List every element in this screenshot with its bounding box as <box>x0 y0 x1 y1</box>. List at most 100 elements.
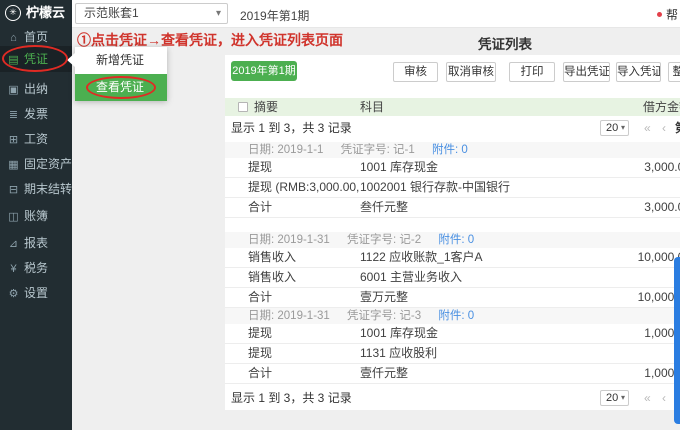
page-size-select[interactable]: 20▾ <box>600 390 629 406</box>
sidebar-item-label: 报表 <box>24 236 48 250</box>
voucher-group-header: 日期: 2019-1-31 凭证字号: 记-3 附件: 0 <box>225 308 680 324</box>
sidebar-item-tax[interactable]: ¥税务 <box>0 255 72 281</box>
row-summary: 合计 <box>248 288 360 307</box>
tax-icon: ¥ <box>7 256 20 282</box>
import-voucher-button[interactable]: 导入凭证 <box>616 62 661 82</box>
row-summary: 提现 <box>248 324 360 343</box>
first-page-icon[interactable]: « <box>644 388 651 408</box>
row-debit: 10,000.00 <box>540 248 680 267</box>
print-button[interactable]: 打印 <box>509 62 555 82</box>
report-icon: ⊿ <box>7 231 20 257</box>
prev-page-icon[interactable]: ‹ <box>662 388 666 408</box>
voucher-number: 凭证字号: 记-2 <box>347 234 421 246</box>
current-period-label: 2019年第1期 <box>240 7 309 24</box>
row-account: 1131 应收股利 <box>360 344 540 363</box>
sidebar-item-salary[interactable]: ⊞ 工资 <box>0 126 72 152</box>
notice-partial-label: 帮 <box>666 8 678 22</box>
sidebar-item-label: 固定资产 <box>24 157 72 171</box>
voucher-total-row[interactable]: 合计叁仟元整3,000.00 <box>225 198 680 218</box>
menu-item-new-voucher[interactable]: 新增凭证 <box>75 47 167 74</box>
voucher-row[interactable]: 提现1001 库存现金3,000.00 <box>225 158 680 178</box>
app-logo[interactable]: ✳ 柠檬云 <box>0 0 72 26</box>
lemon-logo-icon: ✳ <box>5 5 21 21</box>
records-info: 显示 1 到 3，共 3 记录 <box>231 118 352 138</box>
sidebar-item-settings[interactable]: ⚙ 设置 <box>0 280 72 306</box>
voucher-row[interactable]: 提现 (RMB:3,000.00, 汇率:1)1002001 银行存款-中国银行 <box>225 178 680 198</box>
row-account: 1001 库存现金 <box>360 158 540 177</box>
audit-button[interactable]: 审核 <box>393 62 438 82</box>
row-summary: 合计 <box>248 364 360 383</box>
voucher-date: 日期: 2019-1-31 <box>248 310 330 322</box>
page-size-select[interactable]: 20▾ <box>600 120 629 136</box>
row-summary: 提现 <box>248 158 360 177</box>
floating-panel-handle[interactable] <box>674 257 680 424</box>
salary-icon: ⊞ <box>7 127 20 153</box>
sidebar-item-label: 出纳 <box>24 82 48 96</box>
row-debit <box>540 268 680 287</box>
cancel-audit-button[interactable]: 取消审核 <box>446 62 496 82</box>
menu-item-label: 新增凭证 <box>96 53 144 67</box>
sidebar-item-label: 账簿 <box>24 209 48 223</box>
period-filter-button[interactable]: 2019年第1期 ▾ <box>231 61 297 81</box>
sidebar-item-period-end[interactable]: ⊟期末结转 <box>0 176 72 202</box>
prev-page-icon[interactable]: ‹ <box>662 118 666 138</box>
row-amount-words: 壹万元整 <box>360 288 540 307</box>
topbar-notice[interactable]: 帮 <box>657 6 678 23</box>
voucher-total-row[interactable]: 合计壹万元整10,000.00 <box>225 288 680 308</box>
notification-dot-icon <box>657 12 662 17</box>
row-summary: 提现 <box>248 344 360 363</box>
ledger-icon: ◫ <box>7 204 20 230</box>
page-size-value: 20 <box>606 392 618 404</box>
menu-item-label: 查看凭证 <box>96 80 144 94</box>
flyout-arrow-icon <box>67 53 75 67</box>
attachment-link[interactable]: 附件: 0 <box>432 144 468 156</box>
sidebar-item-label: 工资 <box>24 132 48 146</box>
sidebar-item-label: 设置 <box>24 286 48 300</box>
export-voucher-button[interactable]: 导出凭证 <box>563 62 610 82</box>
caret-down-icon: ▾ <box>621 391 625 405</box>
voucher-row[interactable]: 销售收入1122 应收账款_1客户A10,000.00 <box>225 248 680 268</box>
voucher-row[interactable]: 提现1001 库存现金1,000.00 <box>225 324 680 344</box>
pagination-bottom: 显示 1 到 3，共 3 记录 20▾ « ‹ 第 <box>225 388 680 408</box>
row-debit: 1,000.00 <box>540 324 680 343</box>
page-size-value: 20 <box>606 122 618 134</box>
sidebar-item-voucher[interactable]: ▤凭证 <box>0 46 72 72</box>
invoice-icon: ≣ <box>7 102 20 128</box>
sidebar-item-fixed-assets[interactable]: ▦固定资产 <box>0 151 72 177</box>
voucher-total-row[interactable]: 合计壹仟元整1,000.00 <box>225 364 680 384</box>
row-summary: 合计 <box>248 198 360 217</box>
topbar: 示范账套1 ▾ 2019年第1期 帮 <box>72 0 680 28</box>
voucher-icon: ▤ <box>7 47 20 73</box>
period-filter-label: 2019年第1期 <box>232 65 296 77</box>
sidebar-item-invoice[interactable]: ≣发票 <box>0 101 72 127</box>
voucher-row[interactable]: 提现1131 应收股利 <box>225 344 680 364</box>
caret-down-icon: ▾ <box>262 86 267 96</box>
account-book-select[interactable]: 示范账套1 ▾ <box>75 3 228 24</box>
row-account: 6001 主营业务收入 <box>360 268 540 287</box>
sidebar: ✳ 柠檬云 ⌂首页 ▤凭证 ▣出纳 ≣发票 ⊞工资 ▦固定资产 ⊟期末结转 ◫账… <box>0 0 72 430</box>
first-page-icon[interactable]: « <box>644 118 651 138</box>
row-account: 1122 应收账款_1客户A <box>360 248 540 267</box>
sidebar-item-report[interactable]: ⊿ 报表 <box>0 230 72 256</box>
page-label-partial: 第 <box>675 118 680 138</box>
attachment-link[interactable]: 附件: 0 <box>438 234 474 246</box>
voucher-row[interactable]: 销售收入6001 主营业务收入 <box>225 268 680 288</box>
pagination-top: 显示 1 到 3，共 3 记录 20▾ « ‹ 第 <box>225 118 680 138</box>
select-all-checkbox[interactable] <box>238 102 248 112</box>
app-window: 示范账套1 ▾ 2019年第1期 帮 ✳ 柠檬云 ⌂首页 ▤凭证 ▣出纳 ≣发票… <box>0 0 680 430</box>
row-debit: 3,000.00 <box>540 158 680 177</box>
row-amount-words: 壹仟元整 <box>360 364 540 383</box>
sidebar-item-ledger[interactable]: ◫ 账簿 <box>0 203 72 229</box>
settings-icon: ⚙ <box>7 281 20 307</box>
row-debit <box>540 344 680 363</box>
voucher-date: 日期: 2019-1-31 <box>248 234 330 246</box>
col-summary: 摘要 <box>254 98 278 116</box>
voucher-date: 日期: 2019-1-1 <box>248 144 323 156</box>
sidebar-item-cashier[interactable]: ▣出纳 <box>0 76 72 102</box>
attachment-link[interactable]: 附件: 0 <box>438 310 474 322</box>
caret-down-icon: ▾ <box>216 4 221 23</box>
menu-item-view-voucher[interactable]: 查看凭证 <box>75 74 167 101</box>
tidy-numbers-button[interactable]: 整理断号 <box>668 62 680 82</box>
table-header: 摘要 科目 借方金额 <box>225 98 680 116</box>
sidebar-item-label: 期末结转 <box>24 182 72 196</box>
